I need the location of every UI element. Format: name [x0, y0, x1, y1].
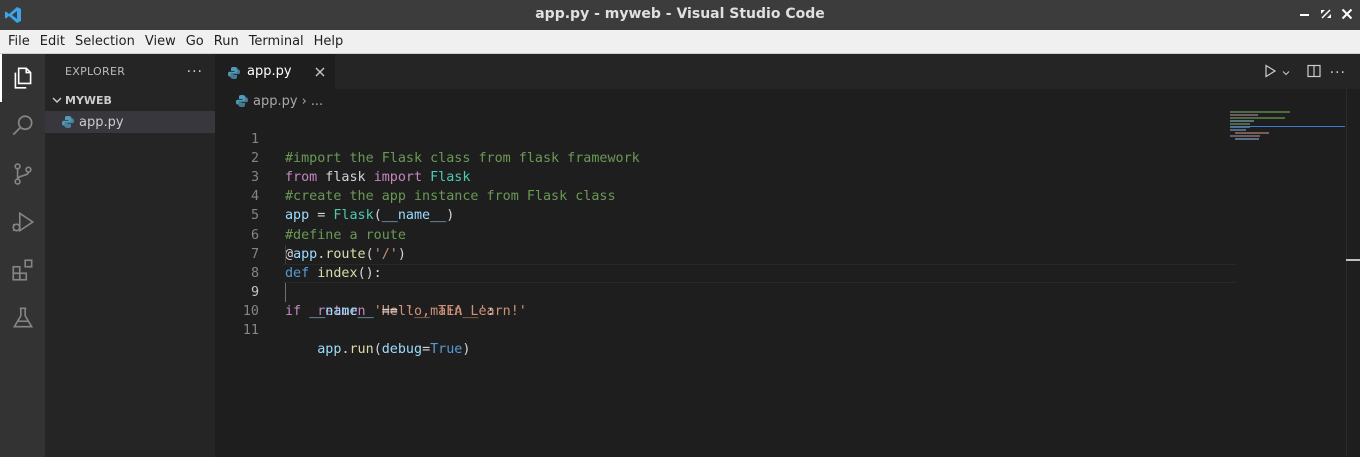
- sidebar-title: EXPLORER: [65, 65, 126, 78]
- chevron-down-icon: [49, 92, 65, 108]
- tab-bar: app.py ···: [215, 54, 1360, 89]
- menu-file[interactable]: File: [3, 30, 35, 54]
- minimap-line: [1230, 114, 1258, 116]
- folder-label: MYWEB: [65, 93, 112, 107]
- extensions-icon[interactable]: [0, 246, 45, 294]
- menu-help[interactable]: Help: [309, 30, 349, 54]
- chevron-right-icon: ›: [301, 93, 307, 109]
- restore-icon[interactable]: [1318, 6, 1334, 22]
- indent-guide: [285, 282, 286, 302]
- code-line: 5 #define a route: [215, 187, 1230, 242]
- vertical-scrollbar[interactable]: [1346, 89, 1360, 457]
- code-line-current: 9 if __name__ == '__main__':: [215, 263, 1236, 319]
- editor-area: app.py ··· app.py › ... 1 #import the Fl…: [215, 54, 1360, 457]
- menu-view[interactable]: View: [140, 30, 181, 54]
- close-window-icon[interactable]: [1339, 6, 1355, 22]
- explorer-icon[interactable]: [0, 54, 45, 102]
- code-line: 6 @app.route('/'): [215, 206, 1230, 262]
- breadcrumb-symbols[interactable]: ...: [311, 94, 323, 109]
- minimap-line: [1235, 132, 1269, 134]
- code-line: 8 return 'Hello, TEA Learn!': [215, 244, 1230, 319]
- close-tab-icon[interactable]: [313, 64, 327, 78]
- code-token: =: [422, 342, 431, 358]
- python-file-icon: [227, 65, 241, 79]
- code-token: .: [341, 342, 350, 358]
- breadcrumb: app.py › ...: [235, 91, 323, 111]
- scroll-cursor-marker: [1346, 259, 1360, 261]
- run-python-icon[interactable]: [1262, 63, 1278, 83]
- code-token: debug: [381, 342, 423, 358]
- code-token: app: [317, 342, 342, 358]
- minimap-line: [1230, 123, 1250, 125]
- code-token: (: [373, 342, 382, 358]
- file-item-app-py[interactable]: app.py: [45, 111, 215, 133]
- code-line: 11: [215, 302, 1230, 338]
- chevron-down-icon[interactable]: [1280, 64, 1292, 83]
- code-line: 1 #import the Flask class from flask fra…: [215, 111, 1230, 166]
- code-token: True: [430, 342, 463, 358]
- minimap-current-line: [1230, 126, 1345, 127]
- minimap-line: [1230, 120, 1254, 122]
- testing-icon[interactable]: [0, 294, 45, 342]
- code-editor[interactable]: 1 #import the Flask class from flask fra…: [215, 111, 1236, 357]
- line-number: 11: [242, 323, 259, 339]
- indent-guide: [285, 244, 286, 264]
- code-token: run: [349, 342, 374, 358]
- activity-bar: [0, 54, 45, 457]
- code-line: 10 app.run(debug=True): [215, 282, 1230, 357]
- code-line: 3 #create the app instance from Flask cl…: [215, 149, 1230, 204]
- menu-selection[interactable]: Selection: [70, 30, 140, 54]
- menu-edit[interactable]: Edit: [35, 30, 70, 54]
- split-editor-icon[interactable]: [1306, 63, 1322, 83]
- file-label: app.py: [79, 114, 124, 130]
- tab-app-py[interactable]: app.py: [215, 54, 335, 89]
- window-title: app.py - myweb - Visual Studio Code: [535, 6, 825, 22]
- code-token: ): [462, 342, 471, 358]
- breadcrumb-file[interactable]: app.py: [253, 94, 298, 109]
- minimap-line: [1235, 138, 1259, 140]
- title-bar: app.py - myweb - Visual Studio Code: [0, 0, 1360, 30]
- python-file-icon: [235, 94, 249, 108]
- tab-label: app.py: [247, 64, 292, 79]
- code-line: 2 from flask import Flask: [215, 130, 1230, 185]
- folder-myweb[interactable]: MYWEB: [45, 89, 215, 111]
- search-icon[interactable]: [0, 102, 45, 150]
- menu-bar: File Edit Selection View Go Run Terminal…: [0, 30, 1360, 54]
- minimap-line: [1230, 129, 1246, 131]
- minimap[interactable]: [1230, 111, 1345, 151]
- editor-actions: ···: [1262, 63, 1346, 83]
- sidebar-header: EXPLORER ···: [45, 54, 215, 89]
- code-line: 7 def index():: [215, 226, 1230, 281]
- minimap-line: [1230, 111, 1290, 113]
- menu-go[interactable]: Go: [181, 30, 209, 54]
- python-file-icon: [61, 115, 75, 129]
- explorer-sidebar: EXPLORER ··· MYWEB app.py: [45, 54, 215, 457]
- minimize-icon[interactable]: [1297, 6, 1313, 22]
- source-control-icon[interactable]: [0, 150, 45, 198]
- minimap-line: [1230, 135, 1260, 137]
- more-actions-icon[interactable]: ···: [1330, 65, 1346, 81]
- more-actions-icon[interactable]: ···: [187, 64, 203, 80]
- minimap-line: [1230, 117, 1285, 119]
- menu-run[interactable]: Run: [209, 30, 244, 54]
- menu-terminal[interactable]: Terminal: [244, 30, 309, 54]
- code-line: 4 app = Flask(__name__): [215, 168, 1230, 223]
- run-debug-icon[interactable]: [0, 198, 45, 246]
